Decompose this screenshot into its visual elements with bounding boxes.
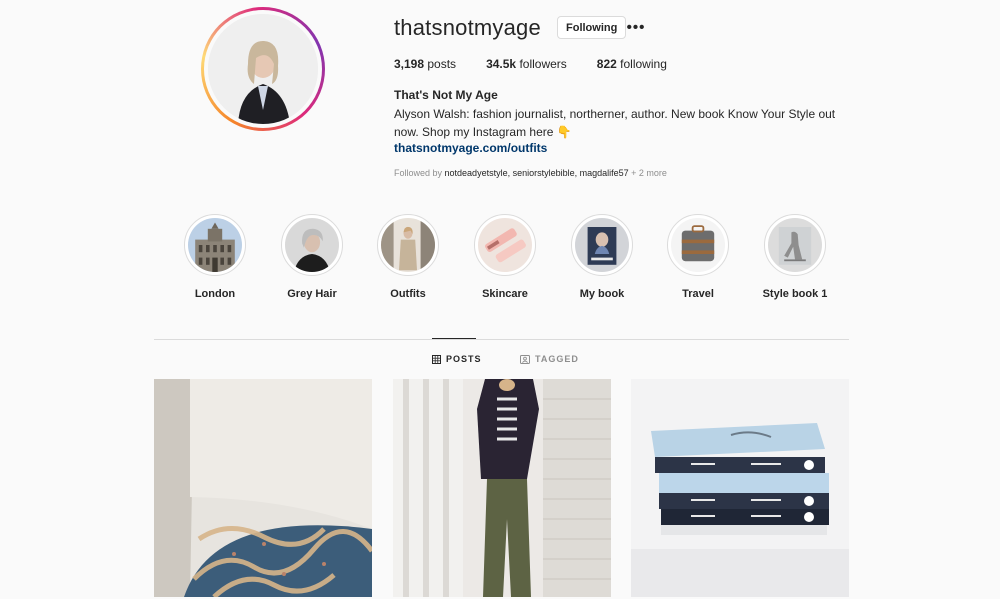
highlight-london-image — [188, 218, 242, 272]
avatar-image — [208, 14, 318, 124]
following-button[interactable]: Following — [557, 16, 627, 39]
grid-icon — [432, 354, 441, 364]
followers-label: followers — [519, 57, 567, 71]
highlight-label: Skincare — [482, 288, 528, 300]
highlight-my-book-image — [575, 218, 629, 272]
highlight-label: Outfits — [390, 288, 426, 300]
more-options-icon[interactable]: ••• — [627, 18, 645, 36]
highlight-label: Style book 1 — [762, 288, 828, 300]
highlight-outfits-image — [381, 218, 435, 272]
highlight-outfits[interactable]: Outfits — [368, 214, 448, 300]
profile-avatar[interactable] — [201, 7, 325, 131]
followed-by-text[interactable]: Followed by notdeadyetstyle, seniorstyle… — [394, 168, 667, 178]
tab-posts-label: POSTS — [446, 354, 482, 364]
post-thumbnail[interactable] — [393, 379, 611, 597]
followed-by-prefix: Followed by — [394, 168, 445, 178]
posts-count: 3,198 — [394, 57, 425, 71]
highlight-label: London — [194, 288, 236, 300]
followed-by-suffix: + 2 more — [628, 168, 667, 178]
tab-tagged[interactable]: TAGGED — [520, 354, 579, 364]
highlight-style-book-1-image — [768, 218, 822, 272]
profile-full-name: That's Not My Age — [394, 88, 498, 102]
highlight-skincare[interactable]: Skincare — [465, 214, 545, 300]
highlight-label: My book — [579, 288, 625, 300]
following-stat[interactable]: 822 following — [597, 57, 667, 71]
highlight-london[interactable]: London — [175, 214, 255, 300]
profile-username: thatsnotmyage — [394, 15, 541, 40]
posts-count-stat: 3,198 posts — [394, 57, 456, 71]
highlight-style-book-1[interactable]: Style book 1 — [755, 214, 835, 300]
followers-count: 34.5k — [486, 57, 517, 71]
highlight-grey-hair-image — [285, 218, 339, 272]
active-tab-indicator — [432, 338, 476, 339]
posts-label: posts — [427, 57, 457, 71]
tab-posts[interactable]: POSTS — [432, 354, 482, 364]
post-thumbnail[interactable] — [154, 379, 372, 597]
followers-stat[interactable]: 34.5k followers — [486, 57, 567, 71]
highlight-grey-hair[interactable]: Grey Hair — [272, 214, 352, 300]
profile-stats: 3,198 posts 34.5k followers 822 followin… — [394, 57, 697, 71]
highlight-label: Travel — [682, 288, 714, 300]
tab-tagged-label: TAGGED — [535, 354, 579, 364]
highlight-skincare-image — [478, 218, 532, 272]
tabs-divider — [154, 339, 849, 340]
highlight-my-book[interactable]: My book — [562, 214, 642, 300]
profile-website-link[interactable]: thatsnotmyage.com/outfits — [394, 141, 547, 155]
highlight-travel-image — [671, 218, 725, 272]
highlight-label: Grey Hair — [287, 288, 337, 300]
highlight-travel[interactable]: Travel — [658, 214, 738, 300]
following-count: 822 — [596, 57, 617, 71]
post-thumbnail[interactable] — [631, 379, 849, 597]
following-label: following — [620, 57, 667, 71]
followed-by-names: notdeadyetstyle, seniorstylebible, magda… — [444, 168, 629, 178]
tagged-icon — [520, 354, 530, 364]
profile-bio: Alyson Walsh: fashion journalist, northe… — [394, 107, 836, 139]
